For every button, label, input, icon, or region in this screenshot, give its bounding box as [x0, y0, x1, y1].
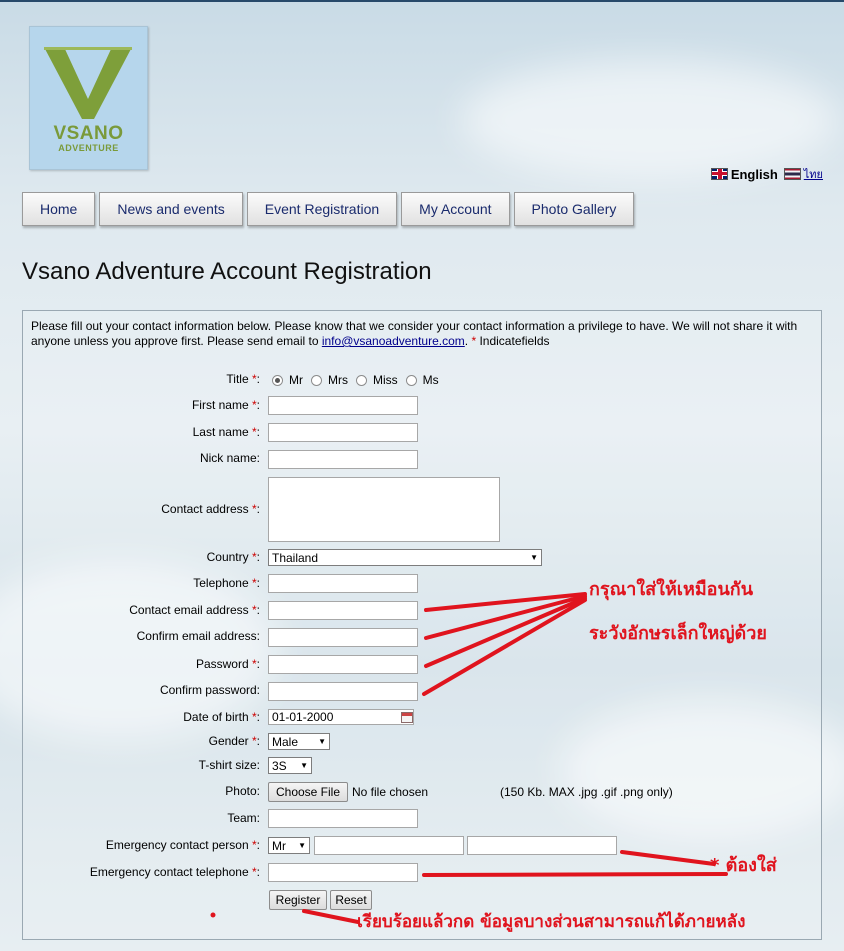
annotation-line [620, 850, 716, 866]
annotation-case-sensitive: ระวังอักษรเล็กใหญ่ด้วย [589, 623, 767, 644]
annotation-line [422, 872, 728, 877]
annotation-dot [210, 912, 216, 918]
annotation-required: * ต้องใส่ [710, 855, 777, 876]
annotation-strokes [210, 592, 728, 924]
annotation-line [422, 598, 587, 696]
annotation-done: เรียบร้อยแล้วกด ข้อมูลบางส่วนสามารถแก้ได… [357, 912, 746, 932]
annotation-line [302, 909, 360, 924]
annotation-same-value: กรุณาใส่ให้เหมือนกัน [589, 579, 754, 600]
